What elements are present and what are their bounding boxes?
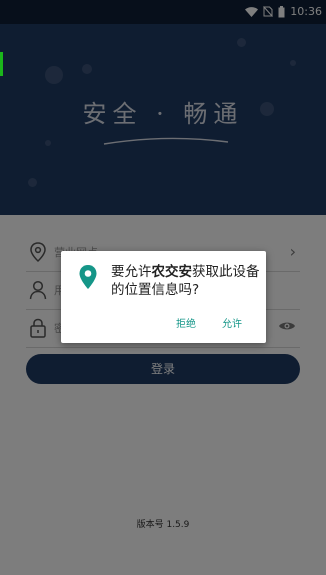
edge-indicator bbox=[0, 52, 3, 76]
location-pin-icon bbox=[79, 265, 97, 289]
location-permission-dialog: 要允许农交安获取此设备的位置信息吗? 拒绝 允许 bbox=[61, 251, 266, 343]
dialog-message-prefix: 要允许 bbox=[111, 264, 152, 280]
app-screen: 安全 · 畅通 营业网点 › 用户名 密码 登 bbox=[0, 0, 326, 575]
allow-button[interactable]: 允许 bbox=[222, 315, 242, 330]
dialog-app-name: 农交安 bbox=[151, 264, 193, 280]
dialog-message: 要允许农交安获取此设备的位置信息吗? bbox=[111, 263, 261, 299]
deny-button[interactable]: 拒绝 bbox=[176, 315, 196, 330]
